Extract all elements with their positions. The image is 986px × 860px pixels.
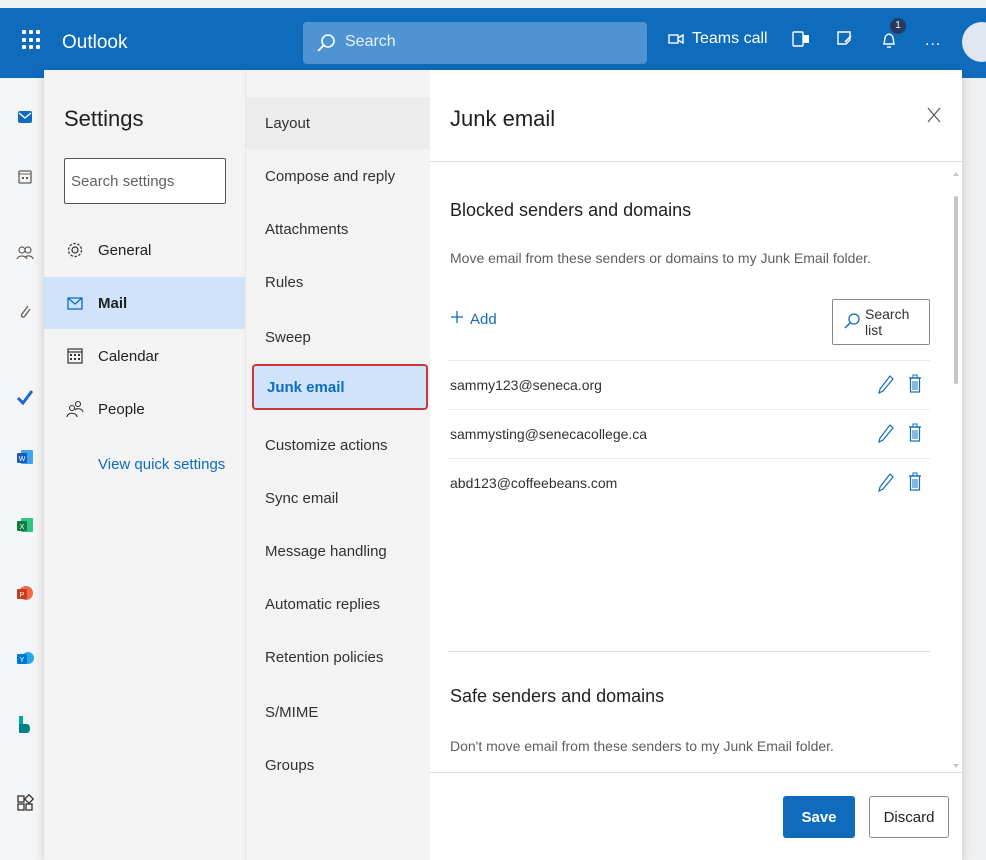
- trash-icon[interactable]: [908, 423, 922, 443]
- blocked-sender-row: sammysting@senecacollege.ca: [448, 409, 930, 458]
- mail-icon[interactable]: [14, 106, 36, 128]
- section-divider: [448, 651, 930, 652]
- people-icon: [66, 400, 84, 418]
- category-mail[interactable]: Mail: [44, 277, 245, 329]
- svg-text:Y: Y: [20, 657, 25, 664]
- nav-attachments[interactable]: Attachments: [246, 203, 431, 255]
- people-icon[interactable]: [14, 242, 36, 264]
- scroll-down-icon[interactable]: [952, 762, 960, 770]
- category-people[interactable]: People: [44, 383, 245, 435]
- more-options-icon[interactable]: ...: [925, 32, 941, 50]
- search-list-button[interactable]: Search list: [832, 299, 930, 345]
- calendar-icon[interactable]: [14, 166, 36, 188]
- settings-dialog: Settings General Mail Calendar People: [44, 70, 962, 860]
- settings-categories-pane: Settings General Mail Calendar People: [44, 70, 245, 860]
- settings-title: Settings: [64, 106, 144, 131]
- nav-junk-email[interactable]: Junk email: [252, 364, 428, 410]
- category-label: Calendar: [98, 347, 159, 365]
- excel-icon[interactable]: X: [14, 514, 36, 536]
- trash-icon[interactable]: [908, 472, 922, 492]
- top-bar: Outlook Search Teams call 1 ...: [0, 8, 986, 78]
- powerpoint-icon[interactable]: P: [14, 582, 36, 604]
- trash-icon[interactable]: [908, 374, 922, 394]
- junk-email-pane: Junk email Blocked senders and domains M…: [430, 70, 962, 860]
- mail-icon: [66, 294, 84, 312]
- blocked-section-title: Blocked senders and domains: [450, 200, 692, 220]
- feedback-icon[interactable]: [834, 28, 856, 50]
- category-label: General: [98, 241, 152, 259]
- blocked-sender-address: sammy123@seneca.org: [450, 377, 602, 393]
- edit-icon[interactable]: [878, 374, 894, 394]
- nav-sweep[interactable]: Sweep: [246, 311, 431, 363]
- scroll-thumb[interactable]: [954, 196, 958, 384]
- my-day-icon[interactable]: [790, 28, 812, 50]
- category-general[interactable]: General: [44, 224, 245, 276]
- pane-title: Junk email: [450, 106, 556, 131]
- todo-icon[interactable]: [14, 386, 36, 408]
- teams-call-button[interactable]: Teams call: [668, 30, 768, 48]
- add-blocked-sender-button[interactable]: Add: [450, 310, 497, 328]
- search-icon: [317, 34, 335, 52]
- video-camera-icon: [668, 33, 684, 45]
- svg-text:P: P: [20, 592, 25, 599]
- bookings-icon[interactable]: [14, 714, 36, 736]
- teams-call-label: Teams call: [692, 30, 768, 47]
- safe-section-description: Don't move email from these senders to m…: [450, 738, 834, 754]
- search-icon: [843, 312, 861, 333]
- nav-smime[interactable]: S/MIME: [246, 686, 431, 738]
- scroll-up-icon[interactable]: [952, 170, 960, 178]
- nav-compose-and-reply[interactable]: Compose and reply: [246, 150, 431, 202]
- edit-icon[interactable]: [878, 472, 894, 492]
- nav-rules[interactable]: Rules: [246, 256, 431, 308]
- plus-icon: [450, 310, 464, 328]
- pane-scrollbar[interactable]: [952, 168, 960, 772]
- nav-message-handling[interactable]: Message handling: [246, 525, 431, 577]
- discard-button[interactable]: Discard: [869, 796, 949, 838]
- blocked-sender-address: abd123@coffeebeans.com: [450, 475, 618, 491]
- add-label: Add: [470, 310, 497, 328]
- search-placeholder: Search: [345, 33, 396, 50]
- avatar[interactable]: [962, 22, 986, 62]
- notification-badge: 1: [890, 18, 906, 34]
- app-name[interactable]: Outlook: [62, 32, 127, 54]
- nav-layout[interactable]: Layout: [246, 97, 431, 149]
- word-icon[interactable]: W: [14, 446, 36, 468]
- app-launcher-icon[interactable]: [22, 30, 42, 50]
- search-settings-input[interactable]: [64, 158, 226, 204]
- mail-settings-nav: Layout Compose and reply Attachments Rul…: [245, 70, 431, 860]
- blocked-sender-row: sammy123@seneca.org: [448, 360, 930, 409]
- search-list-label: Search list: [865, 306, 910, 338]
- blocked-sender-row: abd123@coffeebeans.com: [448, 458, 930, 507]
- category-label: People: [98, 400, 145, 418]
- view-quick-settings-link[interactable]: View quick settings: [98, 456, 225, 473]
- calendar-icon: [66, 347, 84, 365]
- footer-divider: [430, 772, 962, 773]
- blocked-section-description: Move email from these senders or domains…: [450, 250, 871, 266]
- nav-customize-actions[interactable]: Customize actions: [246, 419, 431, 471]
- svg-text:W: W: [19, 456, 26, 463]
- save-button[interactable]: Save: [783, 796, 855, 838]
- gear-icon: [66, 241, 84, 259]
- category-calendar[interactable]: Calendar: [44, 330, 245, 382]
- category-label: Mail: [98, 294, 128, 312]
- edit-icon[interactable]: [878, 423, 894, 443]
- apps-icon[interactable]: [14, 792, 36, 814]
- search-box[interactable]: Search: [303, 22, 647, 64]
- close-icon[interactable]: [919, 100, 949, 130]
- svg-text:X: X: [20, 524, 25, 531]
- attachment-icon[interactable]: [14, 300, 36, 322]
- yammer-icon[interactable]: Y: [14, 648, 36, 670]
- nav-automatic-replies[interactable]: Automatic replies: [246, 578, 431, 630]
- nav-sync-email[interactable]: Sync email: [246, 472, 431, 524]
- app-rail: W X P Y: [0, 78, 50, 860]
- nav-retention-policies[interactable]: Retention policies: [246, 631, 431, 683]
- safe-section-title: Safe senders and domains: [450, 686, 665, 706]
- blocked-sender-address: sammysting@senecacollege.ca: [450, 426, 648, 442]
- divider: [430, 161, 962, 162]
- nav-groups[interactable]: Groups: [246, 739, 431, 791]
